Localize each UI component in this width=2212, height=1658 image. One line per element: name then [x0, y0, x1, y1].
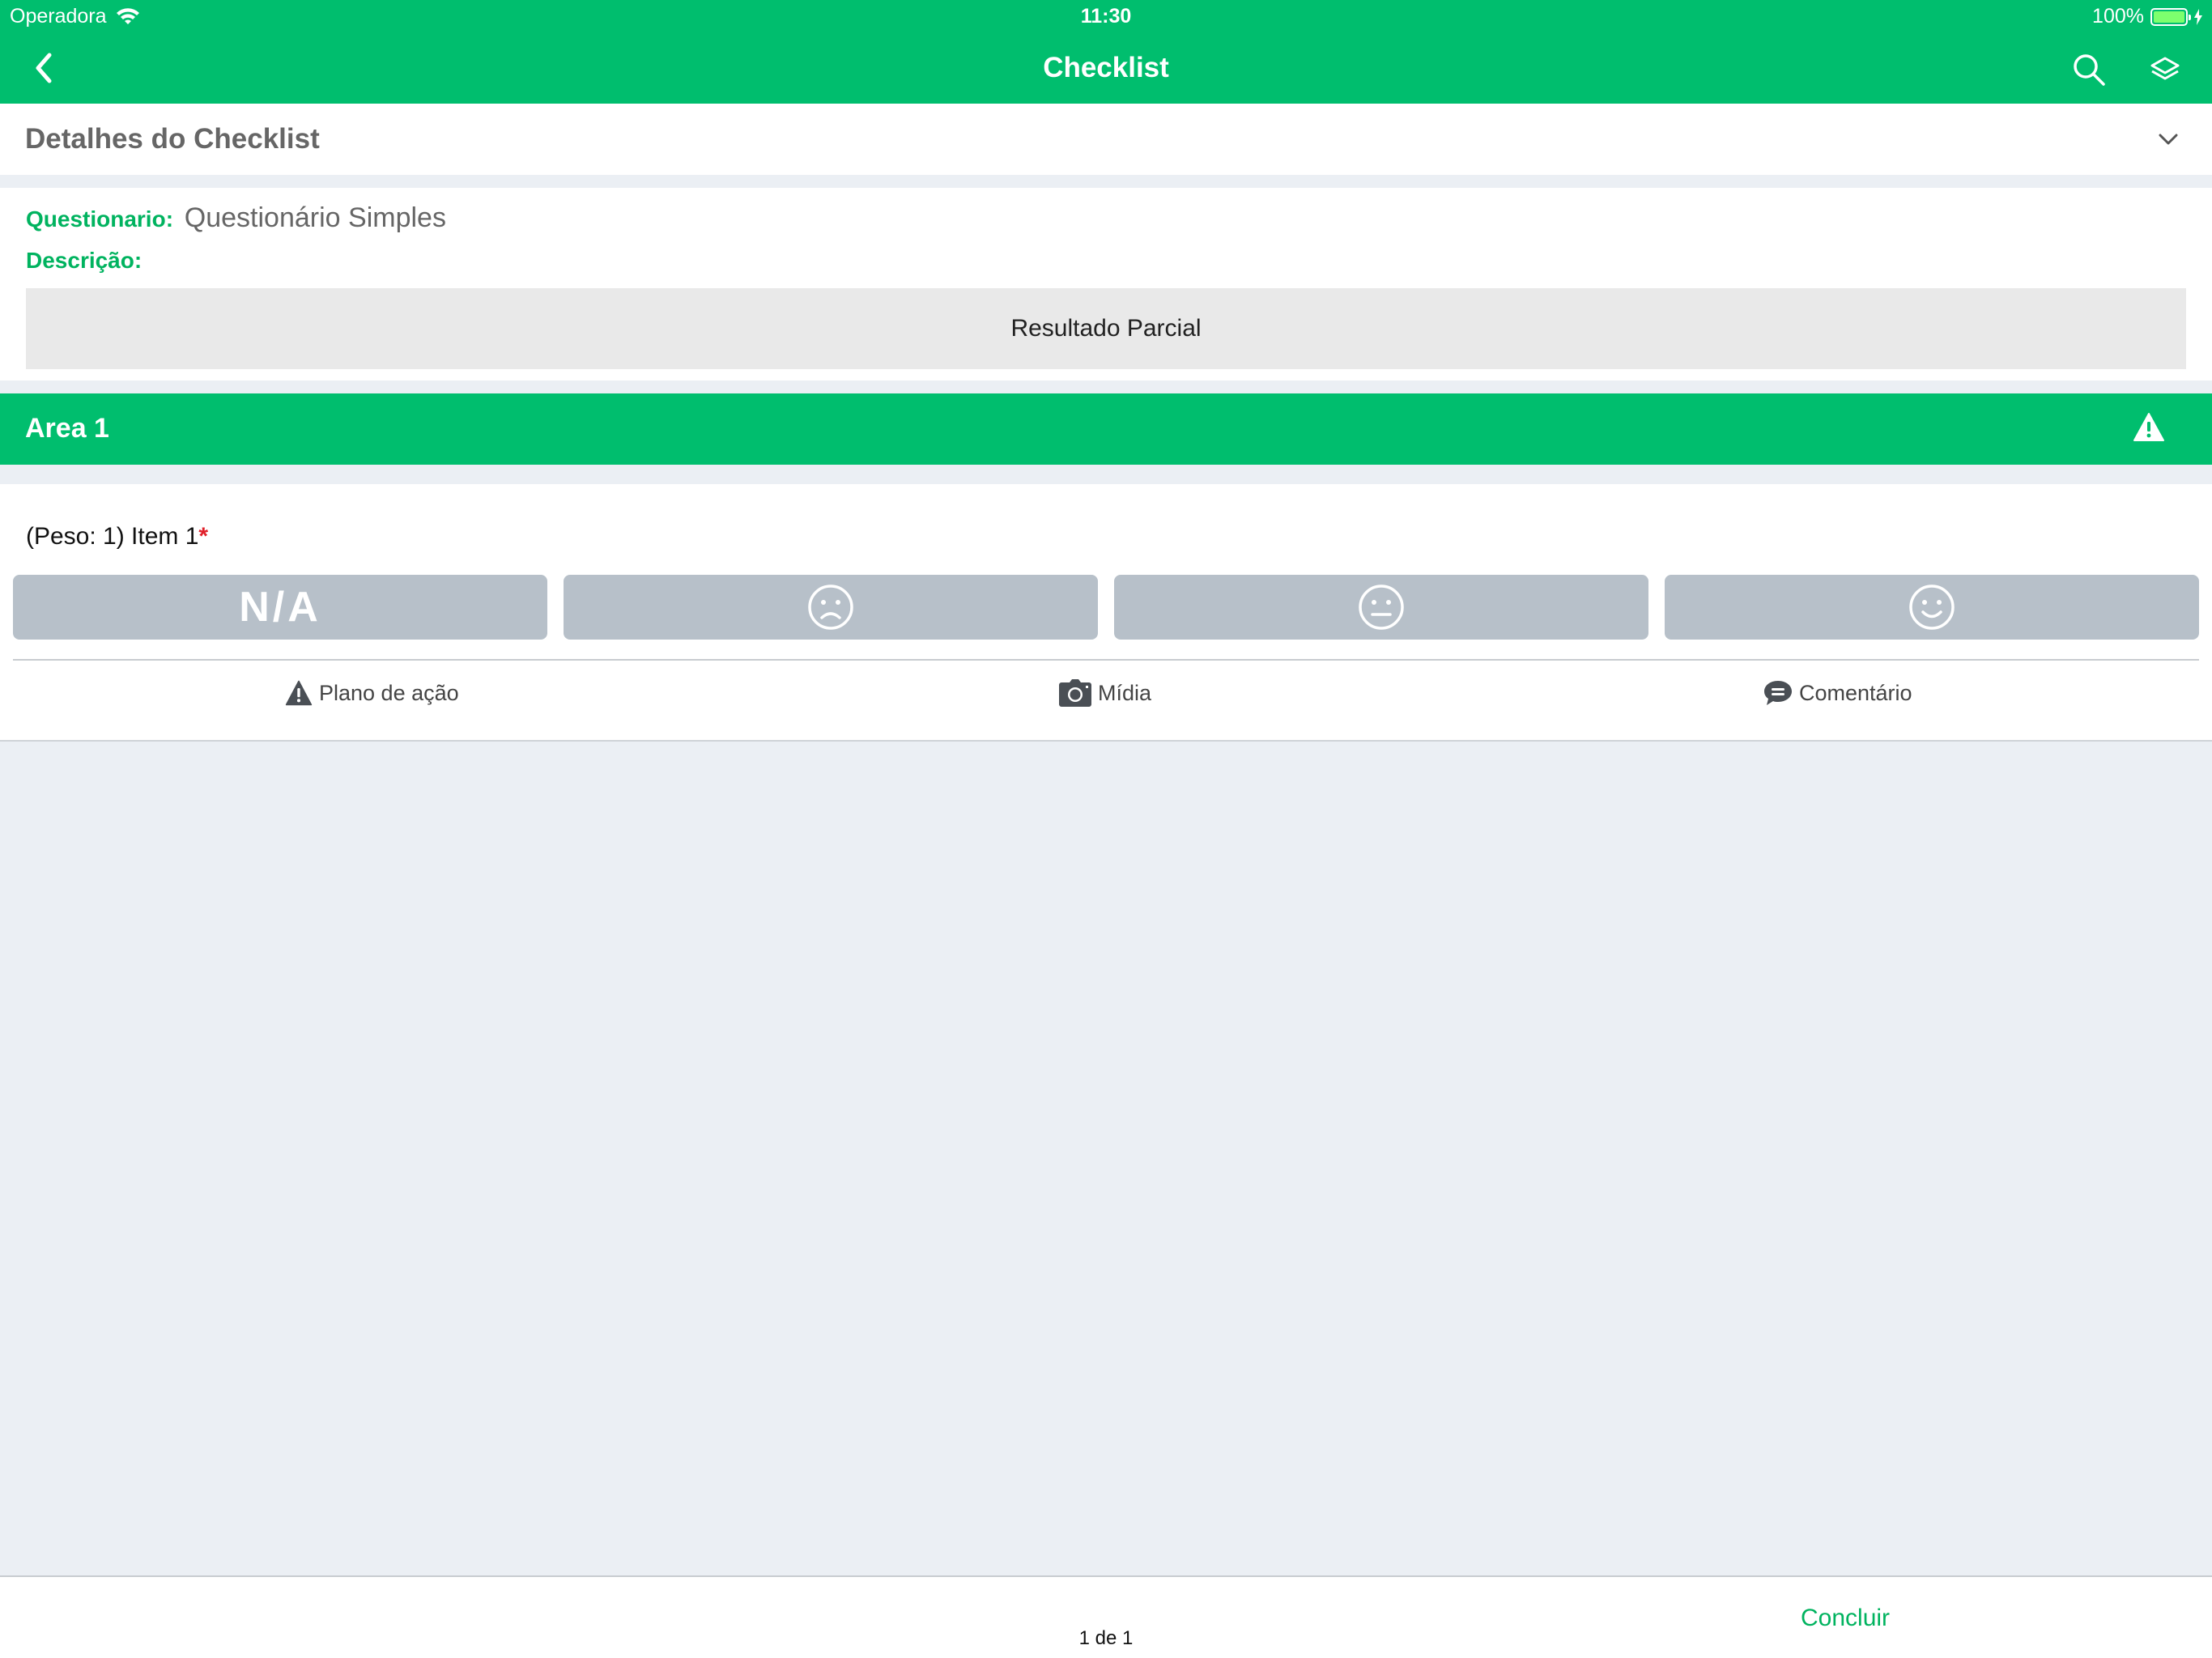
- comment-icon: [1764, 681, 1792, 705]
- checklist-screen: Operadora 11:30 100% Checklist Detalhes …: [0, 0, 2212, 1658]
- search-icon: [2074, 54, 2105, 86]
- details-header-label: Detalhes do Checklist: [25, 123, 320, 155]
- chevron-down-icon[interactable]: [2154, 125, 2183, 154]
- checklist-item-card: (Peso: 1) Item 1* N/A Plano de ação Mídi…: [0, 484, 2212, 742]
- descricao-row: Descrição:: [26, 248, 142, 274]
- media-button[interactable]: Mídia: [1059, 675, 1151, 711]
- layers-button[interactable]: [2146, 50, 2184, 89]
- questionario-label: Questionario:: [26, 206, 174, 232]
- search-button[interactable]: [2069, 50, 2108, 89]
- layers-icon: [2150, 57, 2180, 80]
- concluir-button[interactable]: Concluir: [1801, 1605, 1890, 1632]
- status-time: 11:30: [1080, 5, 1132, 28]
- happy-face-icon: [1909, 585, 1955, 630]
- battery-indicator: 100%: [2092, 5, 2202, 28]
- option-na-label: N/A: [239, 584, 321, 631]
- comment-label: Comentário: [1799, 680, 1912, 705]
- action-plan-label: Plano de ação: [319, 680, 459, 705]
- option-na-button[interactable]: N/A: [13, 575, 547, 640]
- footer-bar: 1 de 1 Concluir: [0, 1575, 2212, 1658]
- page-title: Checklist: [1043, 52, 1169, 83]
- item-title: (Peso: 1) Item 1*: [26, 523, 208, 551]
- area-title: Area 1: [25, 413, 109, 444]
- sad-face-icon: [808, 585, 853, 630]
- neutral-face-icon: [1359, 585, 1404, 630]
- rating-options: N/A: [13, 575, 2199, 640]
- navigation-bar: Checklist: [0, 34, 2212, 104]
- item-divider: [13, 659, 2199, 661]
- media-label: Mídia: [1098, 680, 1152, 705]
- action-plan-button[interactable]: Plano de ação: [285, 675, 459, 711]
- option-neutral-button[interactable]: [1114, 575, 1648, 640]
- details-header[interactable]: Detalhes do Checklist: [0, 104, 2212, 175]
- charging-bolt-icon: [2194, 8, 2202, 25]
- comment-button[interactable]: Comentário: [1763, 675, 1912, 711]
- details-body: Questionario: Questionário Simples Descr…: [0, 188, 2212, 380]
- battery-percent: 100%: [2092, 5, 2144, 28]
- descricao-label: Descrição:: [26, 248, 143, 273]
- questionario-value: Questionário Simples: [184, 202, 446, 233]
- option-happy-button[interactable]: [1665, 575, 2199, 640]
- item-title-text: (Peso: 1) Item 1: [26, 523, 199, 550]
- area-header[interactable]: Area 1: [0, 393, 2212, 465]
- warning-icon[interactable]: [2133, 411, 2165, 444]
- status-bar: Operadora 11:30 100%: [0, 0, 2212, 34]
- required-mark: *: [198, 523, 209, 550]
- warning-icon: [285, 680, 313, 706]
- camera-icon: [1059, 679, 1091, 707]
- option-sad-button[interactable]: [564, 575, 1098, 640]
- battery-icon: [2150, 7, 2191, 26]
- questionario-row: Questionario: Questionário Simples: [26, 202, 446, 234]
- partial-result-button[interactable]: Resultado Parcial: [26, 288, 2186, 369]
